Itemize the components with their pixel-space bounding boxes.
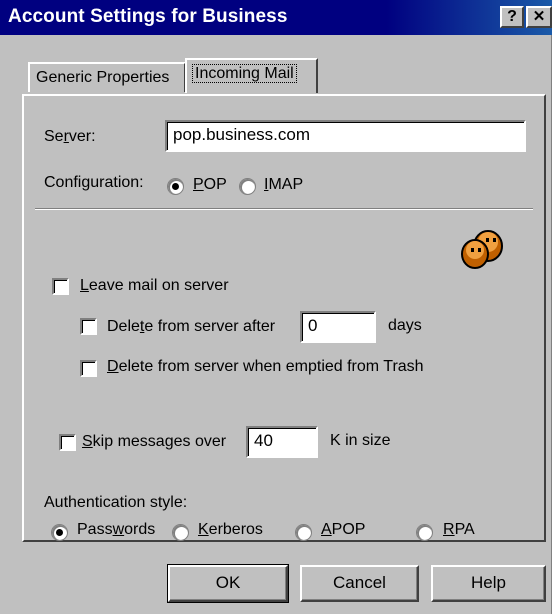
- pop-radio[interactable]: [167, 178, 184, 195]
- passwords-radio[interactable]: [51, 524, 68, 541]
- leave-mail-checkbox[interactable]: [52, 278, 69, 295]
- configuration-label: Configuration:: [44, 174, 144, 191]
- leave-mail-label: Leave mail on server: [80, 277, 229, 294]
- days-label: days: [388, 317, 422, 334]
- delete-after-checkbox[interactable]: [80, 318, 97, 335]
- pop-label: POP: [193, 176, 227, 193]
- k-in-size-label: K in size: [330, 432, 391, 449]
- imap-radio[interactable]: [239, 178, 256, 195]
- skip-messages-label: Skip messages over: [82, 433, 227, 450]
- kerberos-label: Kerberos: [198, 521, 263, 538]
- server-input[interactable]: pop.business.com: [165, 120, 526, 152]
- delete-trash-checkbox[interactable]: [80, 360, 97, 377]
- cancel-button[interactable]: Cancel: [300, 565, 419, 602]
- mail-server-faces-icon: [461, 230, 503, 269]
- rpa-label: RPA: [443, 521, 475, 538]
- skip-messages-checkbox[interactable]: [59, 434, 76, 451]
- help-button[interactable]: Help: [431, 565, 546, 602]
- tab-generic-properties[interactable]: Generic Properties: [28, 62, 186, 92]
- separator: [35, 208, 533, 210]
- server-label: Server:: [44, 128, 96, 145]
- title-bar[interactable]: Account Settings for Business ? ✕: [0, 0, 552, 35]
- delete-after-label: Delete from server after: [107, 318, 276, 335]
- help-title-button[interactable]: ?: [500, 6, 524, 28]
- kerberos-radio[interactable]: [172, 524, 189, 541]
- account-settings-dialog: Account Settings for Business ? ✕ Generi…: [0, 0, 552, 614]
- imap-label: IMAP: [264, 176, 304, 193]
- tab-incoming-mail-label: Incoming Mail: [192, 64, 297, 83]
- incoming-mail-panel: [22, 94, 546, 542]
- rpa-radio[interactable]: [416, 524, 433, 541]
- tab-generic-properties-label: Generic Properties: [36, 69, 170, 86]
- apop-label: APOP: [321, 521, 366, 538]
- window-title: Account Settings for Business: [8, 6, 288, 27]
- authentication-label: Authentication style:: [44, 494, 188, 511]
- delete-days-value: 0: [308, 316, 318, 335]
- skip-size-input[interactable]: 40: [246, 426, 318, 458]
- delete-days-input[interactable]: 0: [300, 311, 376, 343]
- tab-incoming-mail[interactable]: Incoming Mail: [185, 58, 318, 93]
- apop-radio[interactable]: [295, 524, 312, 541]
- passwords-label: Passwords: [77, 521, 156, 538]
- close-title-button[interactable]: ✕: [526, 6, 552, 28]
- server-value: pop.business.com: [173, 125, 311, 144]
- delete-trash-label: Delete from server when emptied from Tra…: [107, 358, 424, 375]
- skip-size-value: 40: [254, 431, 273, 450]
- ok-button[interactable]: OK: [167, 564, 289, 603]
